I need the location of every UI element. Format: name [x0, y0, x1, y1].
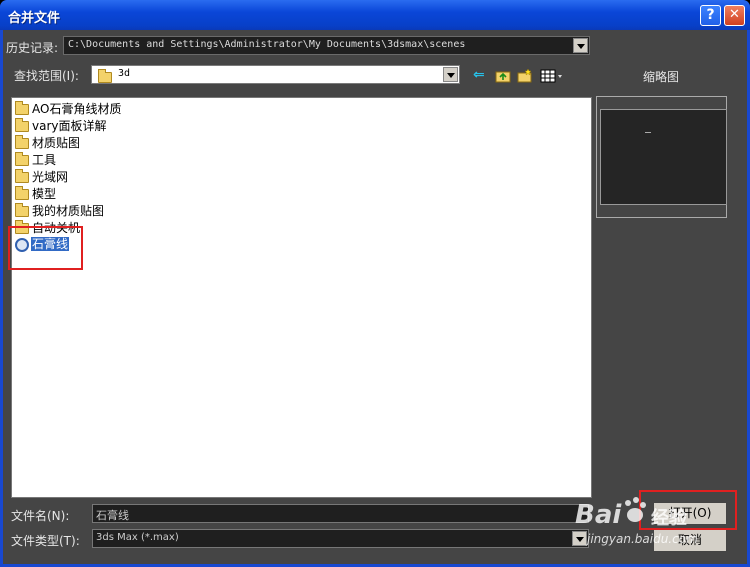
history-dropdown[interactable]: C:\Documents and Settings\Administrator\… [63, 36, 590, 55]
filetype-label: 文件类型(T): [11, 534, 80, 548]
list-item[interactable]: 工具 [15, 151, 56, 167]
list-item[interactable]: 模型 [15, 185, 56, 201]
folder-icon [15, 152, 29, 166]
dialog-body: 历史记录: C:\Documents and Settings\Administ… [3, 30, 747, 564]
folder-icon [15, 186, 29, 200]
folder-icon [15, 203, 29, 217]
lookin-label: 查找范围(I): [14, 69, 79, 83]
folder-icon [15, 169, 29, 183]
list-item[interactable]: 光域网 [15, 168, 68, 184]
file-list[interactable]: AO石膏角线材质 vary面板详解 材质贴图 工具 光域网 模型 我的材质贴图 … [8, 97, 592, 498]
lookin-dropdown[interactable]: 3d [91, 65, 460, 84]
title-bar[interactable]: 合并文件 ? ✕ [0, 0, 750, 30]
watermark-brand-suffix: 经验 [651, 508, 687, 529]
lookin-value: 3d [118, 68, 131, 79]
close-button[interactable]: ✕ [724, 5, 745, 26]
window-title: 合并文件 [8, 11, 61, 26]
help-button[interactable]: ? [700, 5, 721, 26]
thumbnail-label: 缩略图 [643, 70, 680, 84]
preview-dot [645, 132, 651, 133]
back-arrow-icon[interactable]: ⇐ [473, 68, 489, 84]
list-item[interactable]: 材质贴图 [15, 134, 80, 150]
thumbnail-preview [600, 109, 727, 205]
history-path: C:\Documents and Settings\Administrator\… [68, 39, 466, 50]
filename-value: 石膏线 [96, 509, 129, 522]
highlight-box-selected-file [8, 226, 83, 270]
folder-icon [15, 118, 29, 132]
list-item[interactable]: vary面板详解 [15, 117, 107, 133]
history-label: 历史记录: [6, 41, 59, 55]
view-menu-icon[interactable] [540, 68, 564, 84]
new-folder-icon[interactable] [517, 68, 533, 84]
paw-icon [621, 496, 647, 524]
baidu-watermark: Bai 经验 jingyan.baidu.com [575, 496, 725, 556]
chevron-down-icon[interactable] [573, 38, 588, 53]
filetype-dropdown[interactable]: 3ds Max (*.max) [92, 529, 589, 548]
folder-icon [15, 135, 29, 149]
list-item[interactable]: AO石膏角线材质 [15, 100, 121, 116]
folder-icon [15, 101, 29, 115]
filename-input[interactable]: 石膏线 [92, 504, 589, 523]
filetype-value: 3ds Max (*.max) [96, 532, 179, 543]
up-folder-icon[interactable] [495, 68, 511, 84]
folder-icon [98, 69, 112, 83]
list-item[interactable]: 我的材质贴图 [15, 202, 104, 218]
thumbnail-frame [596, 96, 727, 218]
watermark-brand: Bai [575, 500, 622, 530]
watermark-url: jingyan.baidu.com [587, 532, 698, 546]
chevron-down-icon[interactable] [443, 67, 458, 82]
filename-label: 文件名(N): [11, 509, 70, 523]
merge-file-dialog: 合并文件 ? ✕ 历史记录: C:\Documents and Settings… [0, 0, 750, 567]
